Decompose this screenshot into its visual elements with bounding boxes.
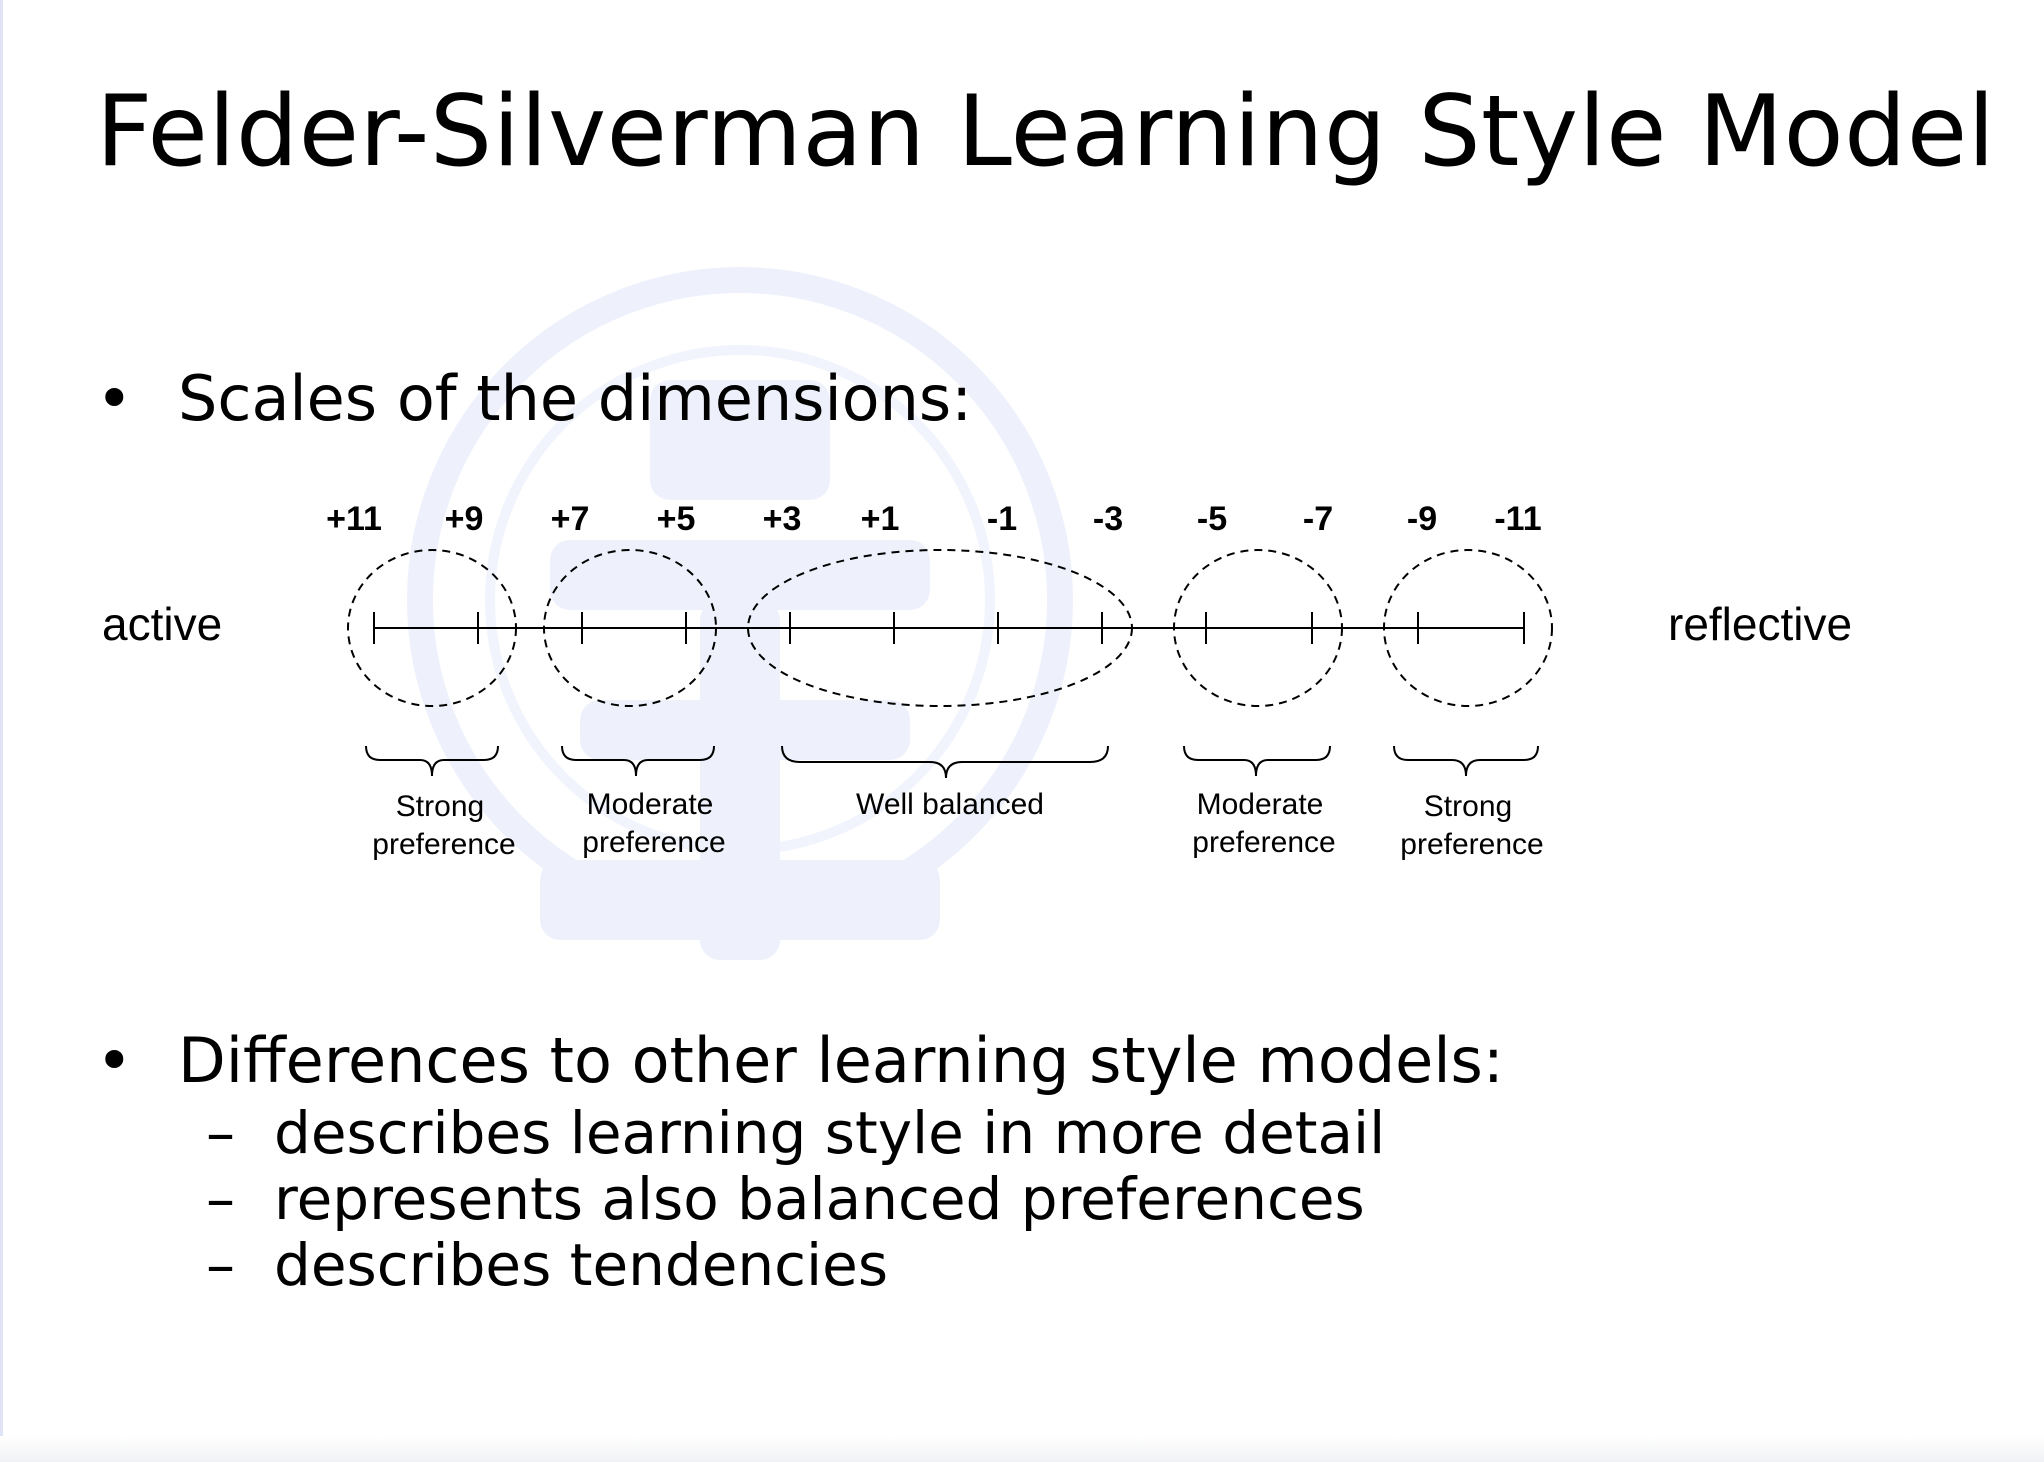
scale-left-label: active xyxy=(102,598,222,650)
sub-bullet: – represents also balanced preferences xyxy=(206,1166,1506,1232)
group-label-moderate-right-line1: Moderate xyxy=(1197,788,1324,821)
tick-labels: +11 +9 +7 +5 +3 +1 -1 -3 -5 -7 -9 -11 xyxy=(326,500,1542,538)
scale-diagram: active reflective +11 +9 +7 +5 +3 +1 -1 … xyxy=(102,500,1852,861)
group-labels: Strong preference Moderate preference We… xyxy=(372,788,1543,861)
bullet-scales-text: Scales of the dimensions: xyxy=(178,362,973,435)
tick-label: -11 xyxy=(1494,500,1541,538)
dash-icon: – xyxy=(206,1099,235,1167)
bullet-scales: • Scales of the dimensions: xyxy=(96,362,973,436)
brace-strong-left xyxy=(365,745,499,777)
brace-strong-right xyxy=(1393,745,1539,777)
slide-title: Felder-Silverman Learning Style Model xyxy=(96,75,1996,189)
bullet-dot-icon: • xyxy=(96,1024,133,1097)
tick-label: -3 xyxy=(1093,500,1123,538)
tick-label: +3 xyxy=(763,500,802,538)
group-label-strong-left-line2: preference xyxy=(372,828,515,861)
dash-icon: – xyxy=(206,1165,235,1233)
tick-label: -9 xyxy=(1407,500,1437,538)
tick-label: +11 xyxy=(326,500,382,538)
tick-label: +9 xyxy=(445,500,484,538)
slide: Felder-Silverman Learning Style Model • … xyxy=(0,0,2044,1462)
group-label-strong-right-line1: Strong xyxy=(1424,790,1512,823)
tick-label: +1 xyxy=(861,500,900,538)
dash-icon: – xyxy=(206,1231,235,1299)
group-label-balanced: Well balanced xyxy=(856,788,1044,821)
group-label-moderate-left-line1: Moderate xyxy=(587,788,714,821)
bullet-differences: • Differences to other learning style mo… xyxy=(96,1024,1504,1098)
scale-right-label: reflective xyxy=(1668,598,1852,650)
sub-bullet: – describes learning style in more detai… xyxy=(206,1100,1506,1166)
bullet-differences-text: Differences to other learning style mode… xyxy=(178,1024,1504,1097)
group-label-moderate-right-line2: preference xyxy=(1192,826,1335,859)
tick-label: +7 xyxy=(551,500,590,538)
bottom-shade xyxy=(0,1436,2044,1462)
group-label-strong-right-line2: preference xyxy=(1400,828,1543,861)
bullet-dot-icon: • xyxy=(96,362,133,435)
tick-label: -7 xyxy=(1303,500,1333,538)
brace-moderate-left xyxy=(561,745,715,777)
brace-moderate-right xyxy=(1183,745,1331,777)
group-label-moderate-left-line2: preference xyxy=(582,826,725,859)
group-label-strong-left-line1: Strong xyxy=(396,790,484,823)
sub-bullet-text: describes learning style in more detail xyxy=(274,1099,1386,1167)
sub-bullet-text: represents also balanced preferences xyxy=(274,1165,1365,1233)
tick-label: -1 xyxy=(987,500,1017,538)
sub-bullet: – describes tendencies xyxy=(206,1232,1506,1298)
tick-label: -5 xyxy=(1197,500,1227,538)
brace-balanced xyxy=(781,745,1109,779)
group-braces xyxy=(365,745,1539,779)
tick-label: +5 xyxy=(657,500,696,538)
sub-bullet-text: describes tendencies xyxy=(274,1231,889,1299)
